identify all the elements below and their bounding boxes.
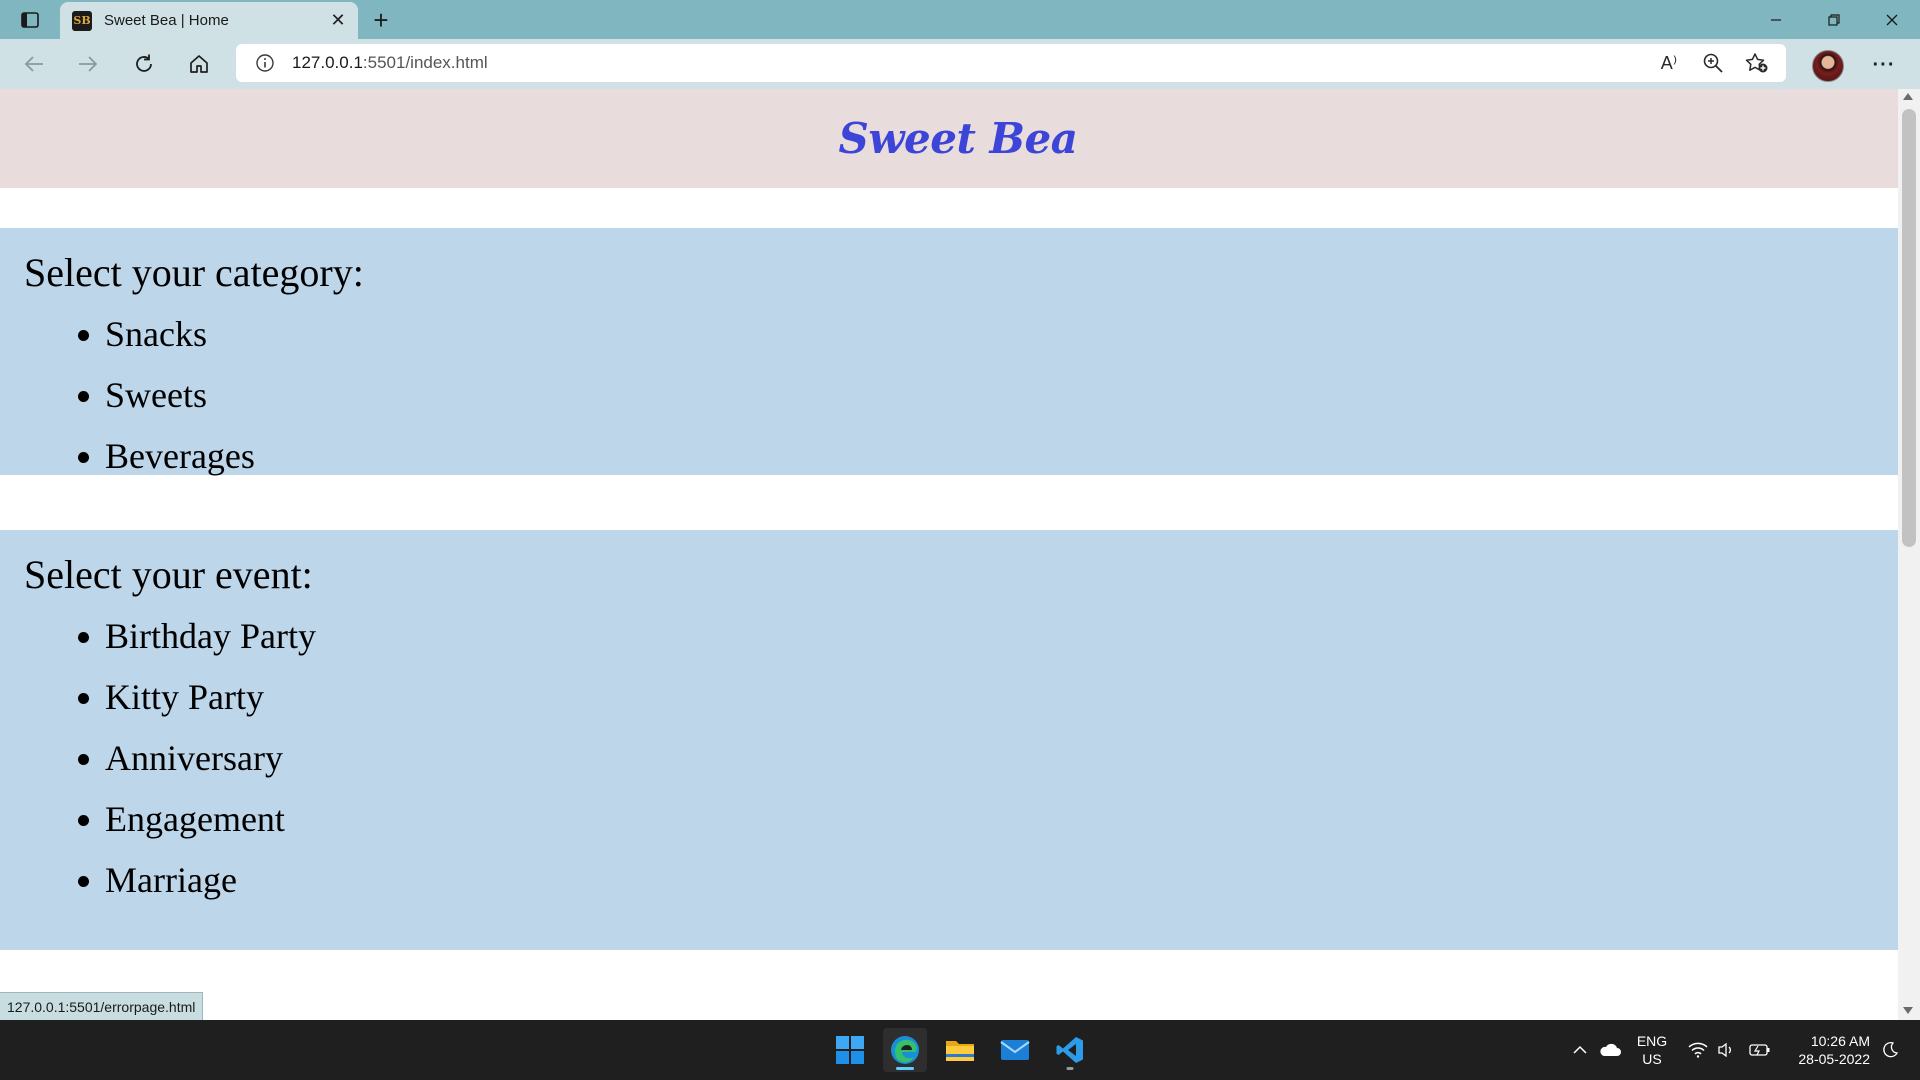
tab-sweet-bea-home[interactable]: SB Sweet Bea | Home ✕ xyxy=(60,2,358,39)
language-indicator[interactable]: ENG US xyxy=(1634,1032,1670,1068)
status-bar-link: 127.0.0.1:5501/errorpage.html xyxy=(0,992,204,1021)
home-icon xyxy=(190,55,208,73)
show-hidden-icons-chevron-icon[interactable] xyxy=(1568,1038,1592,1062)
back-button[interactable] xyxy=(16,47,52,81)
running-app-indicator xyxy=(1066,1067,1074,1070)
more-options-icon[interactable]: ··· xyxy=(1866,50,1902,80)
event-item-anniversary[interactable]: Anniversary xyxy=(78,728,1874,789)
start-button[interactable] xyxy=(828,1028,872,1072)
active-app-indicator xyxy=(896,1067,914,1070)
event-item-marriage[interactable]: Marriage xyxy=(78,850,1874,911)
scroll-down-arrow-icon[interactable] xyxy=(1903,1007,1913,1014)
category-item-beverages[interactable]: Beverages xyxy=(78,426,1874,487)
clock-date: 28-05-2022 xyxy=(1798,1051,1870,1067)
url-host: 127.0.0.1 xyxy=(292,53,363,72)
category-item-snacks[interactable]: Snacks xyxy=(78,304,1874,365)
back-arrow-icon xyxy=(24,56,43,72)
category-item-sweets[interactable]: Sweets xyxy=(78,365,1874,426)
close-window-button[interactable] xyxy=(1864,0,1920,39)
zoom-icon[interactable] xyxy=(1700,51,1726,75)
scroll-up-arrow-icon[interactable] xyxy=(1903,93,1913,100)
edge-icon xyxy=(891,1036,919,1064)
wifi-icon[interactable] xyxy=(1686,1038,1710,1062)
browser-toolbar: 127.0.0.1:5501/index.html A⁾ ··· xyxy=(0,39,1920,90)
event-item-engagement[interactable]: Engagement xyxy=(78,789,1874,850)
notifications-moon-icon[interactable] xyxy=(1878,1038,1902,1062)
restore-button[interactable] xyxy=(1806,0,1862,39)
read-aloud-glyph: A⁾ xyxy=(1660,52,1678,73)
minimize-button[interactable] xyxy=(1748,0,1804,39)
scroll-thumb[interactable] xyxy=(1902,109,1916,547)
category-section: Select your category: Snacks Sweets Beve… xyxy=(0,228,1898,476)
category-list: Snacks Sweets Beverages xyxy=(24,304,1874,487)
event-list: Birthday Party Kitty Party Anniversary E… xyxy=(24,606,1874,911)
windows-logo-icon xyxy=(836,1036,864,1064)
address-bar[interactable]: 127.0.0.1:5501/index.html A⁾ xyxy=(236,44,1786,82)
add-favorite-icon[interactable] xyxy=(1744,51,1770,75)
event-section: Select your event: Birthday Party Kitty … xyxy=(0,530,1898,950)
new-tab-button[interactable]: + xyxy=(366,6,396,34)
tab-actions-icon xyxy=(21,12,39,28)
home-button[interactable] xyxy=(181,47,217,81)
vertical-scrollbar[interactable] xyxy=(1898,89,1920,1020)
taskbar-clock[interactable]: 10:26 AM 28-05-2022 xyxy=(1780,1032,1870,1068)
battery-icon[interactable] xyxy=(1748,1038,1772,1062)
forward-arrow-icon xyxy=(79,56,98,72)
tab-title: Sweet Bea | Home xyxy=(104,12,229,29)
clock-time: 10:26 AM xyxy=(1810,1033,1870,1049)
event-item-kitty-party[interactable]: Kitty Party xyxy=(78,667,1874,728)
refresh-button[interactable] xyxy=(126,47,162,81)
onedrive-cloud-icon[interactable] xyxy=(1598,1038,1622,1062)
profile-avatar[interactable] xyxy=(1812,50,1844,82)
event-item-birthday-party[interactable]: Birthday Party xyxy=(78,606,1874,667)
site-title: Sweet Bea xyxy=(838,114,1078,163)
category-heading: Select your category: xyxy=(24,250,364,295)
page-viewport: Sweet Bea Select your category: Snacks S… xyxy=(0,89,1898,1020)
windows-taskbar: ENG US 10:26 AM 28-05-2022 xyxy=(0,1020,1920,1080)
favicon-icon: SB xyxy=(72,10,92,31)
restore-icon xyxy=(1828,13,1840,26)
read-aloud-icon[interactable]: A⁾ xyxy=(1656,51,1682,75)
minimize-icon xyxy=(1771,18,1781,21)
vscode-icon xyxy=(1056,1037,1083,1063)
taskbar-vscode-app[interactable] xyxy=(1048,1028,1092,1072)
close-icon xyxy=(1886,14,1898,25)
browser-tab-bar: SB Sweet Bea | Home ✕ + xyxy=(0,0,1920,39)
folder-icon xyxy=(946,1041,974,1061)
event-heading: Select your event: xyxy=(24,552,313,597)
url-path: :5501/index.html xyxy=(362,53,488,72)
taskbar-edge-app[interactable] xyxy=(883,1028,927,1072)
tab-actions-button[interactable] xyxy=(14,6,46,34)
taskbar-file-explorer[interactable] xyxy=(938,1028,982,1072)
taskbar-mail-app[interactable] xyxy=(993,1028,1037,1072)
url-text: 127.0.0.1:5501/index.html xyxy=(292,53,488,73)
site-header: Sweet Bea xyxy=(0,89,1898,188)
volume-icon[interactable] xyxy=(1714,1038,1738,1062)
mail-icon xyxy=(1000,1040,1030,1060)
close-tab-icon[interactable]: ✕ xyxy=(324,7,352,35)
refresh-icon xyxy=(136,54,152,72)
forward-button[interactable] xyxy=(70,47,106,81)
region-code: US xyxy=(1642,1051,1662,1067)
language-code: ENG xyxy=(1636,1033,1668,1049)
info-icon[interactable] xyxy=(254,52,276,74)
